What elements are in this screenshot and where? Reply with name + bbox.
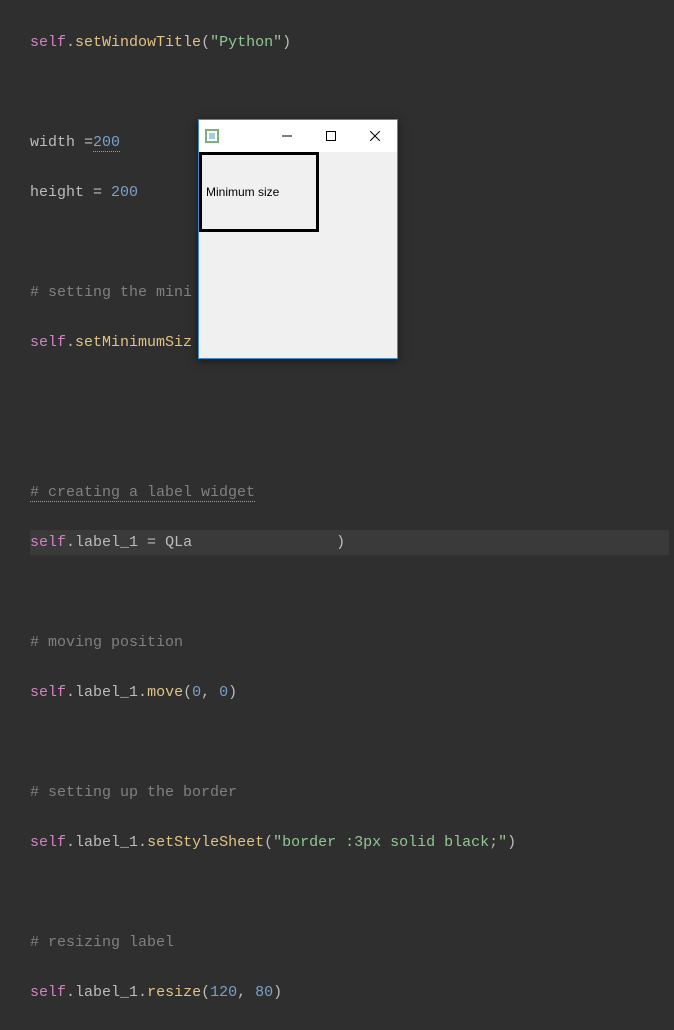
title-bar[interactable] (199, 120, 397, 152)
maximize-icon (326, 131, 336, 141)
close-button[interactable] (353, 120, 397, 152)
keyword-self: self (30, 34, 66, 51)
client-area: Minimum size (199, 152, 397, 358)
label-text: Minimum size (206, 185, 279, 199)
minimize-icon (282, 131, 292, 141)
python-app-window: Minimum size (198, 119, 398, 359)
app-icon (205, 129, 219, 143)
code-comment: # creating a label widget (30, 484, 255, 502)
close-icon (370, 131, 380, 141)
code-comment: # resizing label (30, 934, 174, 951)
code-comment: # moving position (30, 634, 183, 651)
code-comment: # setting the mini (30, 284, 192, 301)
label-widget: Minimum size (199, 152, 319, 232)
code-comment: # setting up the border (30, 784, 237, 801)
maximize-button[interactable] (309, 120, 353, 152)
minimize-button[interactable] (265, 120, 309, 152)
